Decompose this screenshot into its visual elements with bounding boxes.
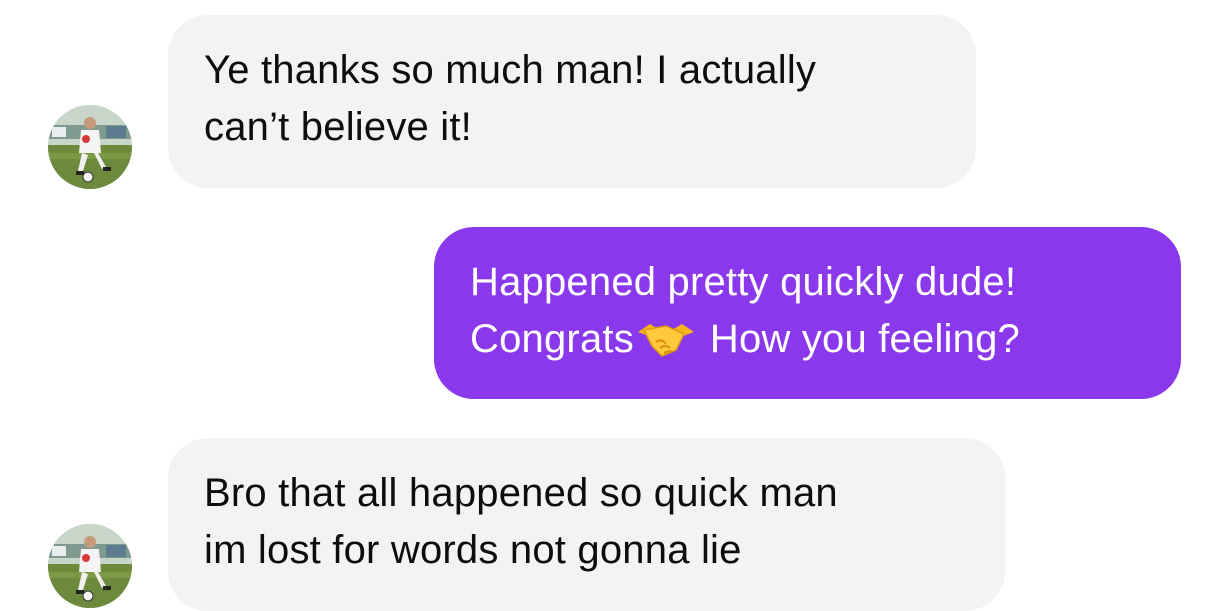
message-text-line: Happened pretty quickly dude!	[470, 260, 1017, 304]
message-text-segment: How you feeling?	[709, 317, 1020, 361]
contact-avatar[interactable]	[48, 524, 132, 608]
message-text-line: Ye thanks so much man! I actually	[204, 48, 817, 92]
message-text-line: Congrats How you feeling?	[470, 311, 1145, 368]
handshake-emoji-icon	[636, 316, 696, 360]
message-text-segment: Congrats	[470, 317, 634, 361]
message-text-line: im lost for words not gonna lie	[204, 528, 742, 572]
outgoing-message-bubble[interactable]: Happened pretty quickly dude! Congrats H…	[434, 227, 1181, 399]
incoming-message-bubble[interactable]: Ye thanks so much man! I actually can’t …	[168, 15, 976, 188]
message-text-line: Bro that all happened so quick man	[204, 471, 838, 515]
contact-avatar[interactable]	[48, 105, 132, 189]
soccer-player-photo-icon	[48, 105, 132, 189]
message-text-line: can’t believe it!	[204, 105, 472, 149]
incoming-message-bubble[interactable]: Bro that all happened so quick man im lo…	[168, 438, 1005, 611]
message-thread: Ye thanks so much man! I actually can’t …	[0, 0, 1206, 611]
soccer-player-photo-icon	[48, 524, 132, 608]
